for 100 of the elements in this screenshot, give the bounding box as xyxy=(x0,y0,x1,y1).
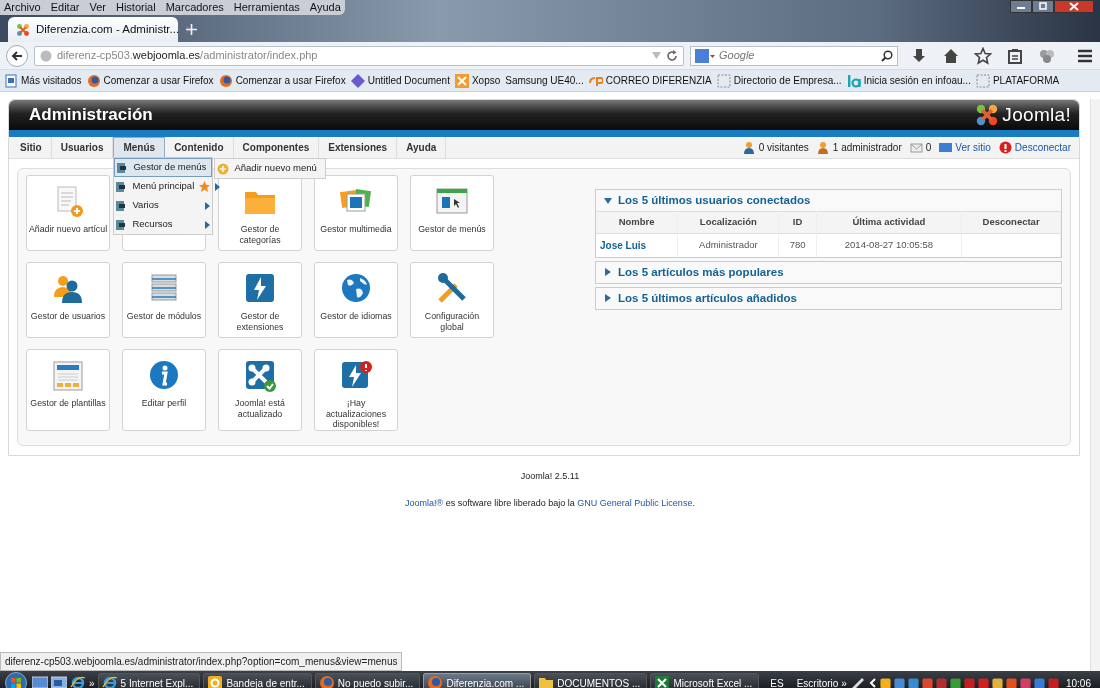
taskbar-button[interactable]: Microsoft Excel ... xyxy=(650,673,760,688)
license-link[interactable]: Joomla!® xyxy=(405,498,444,509)
panel-header[interactable]: Los 5 artículos más populares xyxy=(596,261,1061,283)
taskbar-button[interactable]: Bandeja de entr... xyxy=(203,673,312,688)
back-button[interactable] xyxy=(6,44,28,67)
column-header: ID xyxy=(778,211,817,233)
menu-item[interactable]: Historial xyxy=(115,0,156,16)
tile-label: Editar perfil xyxy=(140,398,188,409)
menu-item[interactable]: Ver xyxy=(89,0,106,16)
panel-header[interactable]: Los 5 últimos artículos añadidos xyxy=(596,287,1061,309)
bookmark-link[interactable]: Comenzar a usar Firefox xyxy=(103,73,214,88)
logout-icon xyxy=(998,141,1012,154)
overflow-chevron[interactable]: » xyxy=(841,675,847,688)
shortcut-tile[interactable]: Gestor de usuarios xyxy=(26,262,110,338)
tray-icon[interactable] xyxy=(907,677,919,688)
add-icon xyxy=(217,162,230,175)
tray-icon[interactable] xyxy=(1005,677,1017,688)
bookmark-link[interactable]: Comenzar a usar Firefox xyxy=(235,73,346,88)
status-link[interactable]: Desconectar xyxy=(1014,140,1071,155)
submenu-item[interactable]: Añadir nuevo menú xyxy=(215,159,326,178)
shortcut-tile[interactable]: Gestor multimedia xyxy=(314,175,398,251)
screen-icon xyxy=(939,141,953,154)
taskbar-button[interactable]: No puedo subir... xyxy=(314,673,421,688)
menu-tab[interactable]: Ayuda xyxy=(397,137,447,158)
status-text: 0 visitantes xyxy=(758,141,809,155)
user-link[interactable]: Jose Luis xyxy=(596,233,678,257)
menu-tab[interactable]: Contenido xyxy=(165,137,234,158)
tile-label: Gestor de categorías xyxy=(238,224,282,246)
menu-item[interactable]: Herramientas xyxy=(233,0,300,16)
tray-icon[interactable] xyxy=(1019,677,1031,688)
shortcut-tile[interactable]: Configuración global xyxy=(410,262,494,338)
panel-header[interactable]: Los 5 últimos usuarios conectados xyxy=(596,190,1061,212)
window-switch-icon[interactable] xyxy=(51,676,67,688)
menu-item[interactable]: Marcadores xyxy=(165,0,224,16)
dropdown-item[interactable]: Varios xyxy=(114,196,213,215)
reload-icon[interactable] xyxy=(666,49,678,62)
bookmark-link[interactable]: Xopso xyxy=(471,73,501,88)
shortcut-tile[interactable]: ¡Hay actualizaciones disponibles! xyxy=(314,349,398,431)
bookmark-link[interactable]: Untitled Document xyxy=(367,73,450,88)
shortcut-tile[interactable]: Editar perfil xyxy=(122,349,206,431)
bookmark-link[interactable]: Inicia sesión en infoau... xyxy=(863,73,971,88)
shortcut-tile[interactable]: Gestor de extensiones xyxy=(218,262,302,338)
search-engine-icon[interactable] xyxy=(695,48,715,63)
tile-label: Gestor de menús xyxy=(417,224,487,235)
table-cell: Administrador xyxy=(677,233,779,257)
tray-icon[interactable] xyxy=(1033,677,1045,688)
clock[interactable]: 10:06 xyxy=(1065,675,1091,688)
dropdown-item[interactable]: Gestor de menús xyxy=(114,158,213,177)
bookmark-star-icon[interactable] xyxy=(974,46,992,65)
bookmark-icon xyxy=(846,73,861,88)
template-icon xyxy=(50,358,86,394)
toolbar-label[interactable]: Escritorio xyxy=(796,675,839,688)
back-icon xyxy=(11,49,23,62)
show-hidden-icon[interactable] xyxy=(868,678,877,688)
menu-tab[interactable]: Extensiones xyxy=(319,137,398,158)
shortcut-tile[interactable]: Gestor de menús xyxy=(410,175,494,251)
tray-icon[interactable] xyxy=(921,677,933,688)
address-field[interactable]: diferenz-cp503.webjoomla.es/administrator/index.php xyxy=(34,45,684,66)
menu-tab[interactable]: Componentes xyxy=(233,137,320,158)
shortcut-tile[interactable]: Gestor de plantillas xyxy=(26,349,110,431)
search-field[interactable]: Google xyxy=(690,45,898,66)
shortcut-tile[interactable]: Joomla! está actualizado xyxy=(218,349,302,431)
overflow-chevron[interactable]: » xyxy=(89,675,95,688)
bookmark-link[interactable]: Directorio de Empresa... xyxy=(733,73,842,88)
taskbar-button[interactable]: 5 Internet Expl... xyxy=(97,673,201,688)
search-icon[interactable] xyxy=(881,49,893,62)
clipboard-icon[interactable] xyxy=(1006,46,1024,65)
shortcut-tile[interactable]: Gestor de idiomas xyxy=(314,262,398,338)
tile-label: Gestor multimedia xyxy=(319,224,393,235)
language-indicator[interactable]: ES xyxy=(770,675,784,688)
shortcut-tile[interactable]: Gestor de módulos xyxy=(122,262,206,338)
tile-label: ¡Hay actualizaciones disponibles! xyxy=(324,398,388,430)
restore-icon[interactable] xyxy=(1032,0,1054,13)
minimize-icon[interactable] xyxy=(1010,0,1032,13)
menu-item[interactable]: Archivo xyxy=(4,0,41,16)
menu-item-icon xyxy=(116,199,128,212)
start-button-icon[interactable] xyxy=(3,672,29,688)
tray-icon[interactable] xyxy=(879,677,891,688)
bookmark-link[interactable]: Samsung UE40... xyxy=(505,73,584,88)
bookmark-page-icon xyxy=(4,73,18,88)
firefox-icon xyxy=(318,675,335,688)
tray-icon[interactable] xyxy=(893,677,905,688)
status-link[interactable]: Ver sitio xyxy=(955,140,991,155)
menu-tab[interactable]: Sitio xyxy=(11,137,52,158)
bookmark-link[interactable]: PLATAFORMA xyxy=(992,73,1060,88)
bookmark-link[interactable]: CORREO DIFERENZIA xyxy=(605,73,712,88)
browser-icon[interactable] xyxy=(70,675,86,688)
menu-item[interactable]: Ayuda xyxy=(309,0,341,16)
close-icon[interactable] xyxy=(1054,0,1094,13)
scrollbar[interactable] xyxy=(1090,99,1100,671)
firefox-icon xyxy=(86,73,101,88)
bookmark-link[interactable]: Más visitados xyxy=(21,73,82,88)
home-icon[interactable] xyxy=(942,46,960,65)
taskbar-button[interactable]: DOCUMENTOS ... xyxy=(534,673,648,688)
tray-icon[interactable] xyxy=(949,677,961,688)
taskbar-button[interactable]: Diferenzia.com ... xyxy=(423,673,532,688)
menu-item[interactable]: Editar xyxy=(50,0,80,16)
tile-label: Gestor de usuarios xyxy=(29,311,107,322)
tray-icon[interactable] xyxy=(991,677,1003,688)
shortcut-tile[interactable]: Añadir nuevo artícul xyxy=(26,175,110,251)
